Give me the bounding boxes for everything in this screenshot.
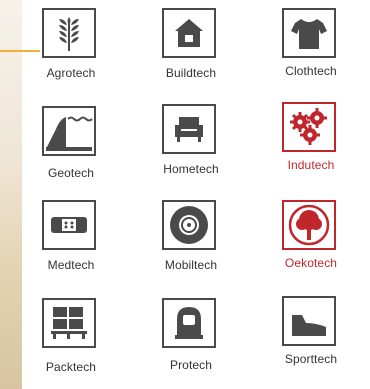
tile-packtech[interactable]: Packtech (16, 296, 126, 388)
tile-label: Medtech (47, 258, 95, 272)
tile-label: Agrotech (46, 66, 96, 80)
tile-clothtech[interactable]: Clothtech (256, 6, 366, 98)
tile-hometech[interactable]: Hometech (136, 100, 246, 192)
slope-wave-icon (42, 106, 96, 156)
tile-agrotech[interactable]: Agrotech (16, 6, 126, 98)
tile-label: Buildtech (165, 66, 217, 80)
gears-icon (282, 102, 336, 152)
tile-label: Oekotech (284, 256, 338, 270)
tile-label: Sporttech (284, 352, 338, 366)
pallet-icon (42, 298, 96, 348)
tile-label: Mobiltech (164, 258, 218, 272)
tile-label: Indutech (287, 158, 335, 172)
armchair-icon (162, 104, 216, 154)
tech-category-grid: Agrotech Buildtech Clothtech Geotech Hom… (0, 0, 370, 389)
bandage-icon (42, 200, 96, 250)
tile-label: Geotech (47, 166, 95, 180)
tile-label: Clothtech (285, 64, 337, 78)
tile-sporttech[interactable]: Sporttech (256, 294, 366, 386)
wheel-icon (162, 200, 216, 250)
tile-medtech[interactable]: Medtech (16, 198, 126, 290)
tile-mobiltech[interactable]: Mobiltech (136, 198, 246, 290)
sneaker-icon (282, 296, 336, 346)
tile-label: Packtech (45, 360, 97, 374)
house-icon (162, 8, 216, 58)
tile-protech[interactable]: Protech (136, 296, 246, 388)
tshirt-icon (282, 8, 336, 58)
helmet-icon (162, 298, 216, 348)
tile-label: Hometech (163, 162, 219, 176)
wheat-icon (42, 8, 96, 58)
tile-oekotech[interactable]: Oekotech (256, 198, 366, 290)
tile-geotech[interactable]: Geotech (16, 100, 126, 192)
tree-icon (282, 200, 336, 250)
tile-label: Protech (169, 358, 213, 372)
tile-buildtech[interactable]: Buildtech (136, 6, 246, 98)
tile-indutech[interactable]: Indutech (256, 100, 366, 192)
